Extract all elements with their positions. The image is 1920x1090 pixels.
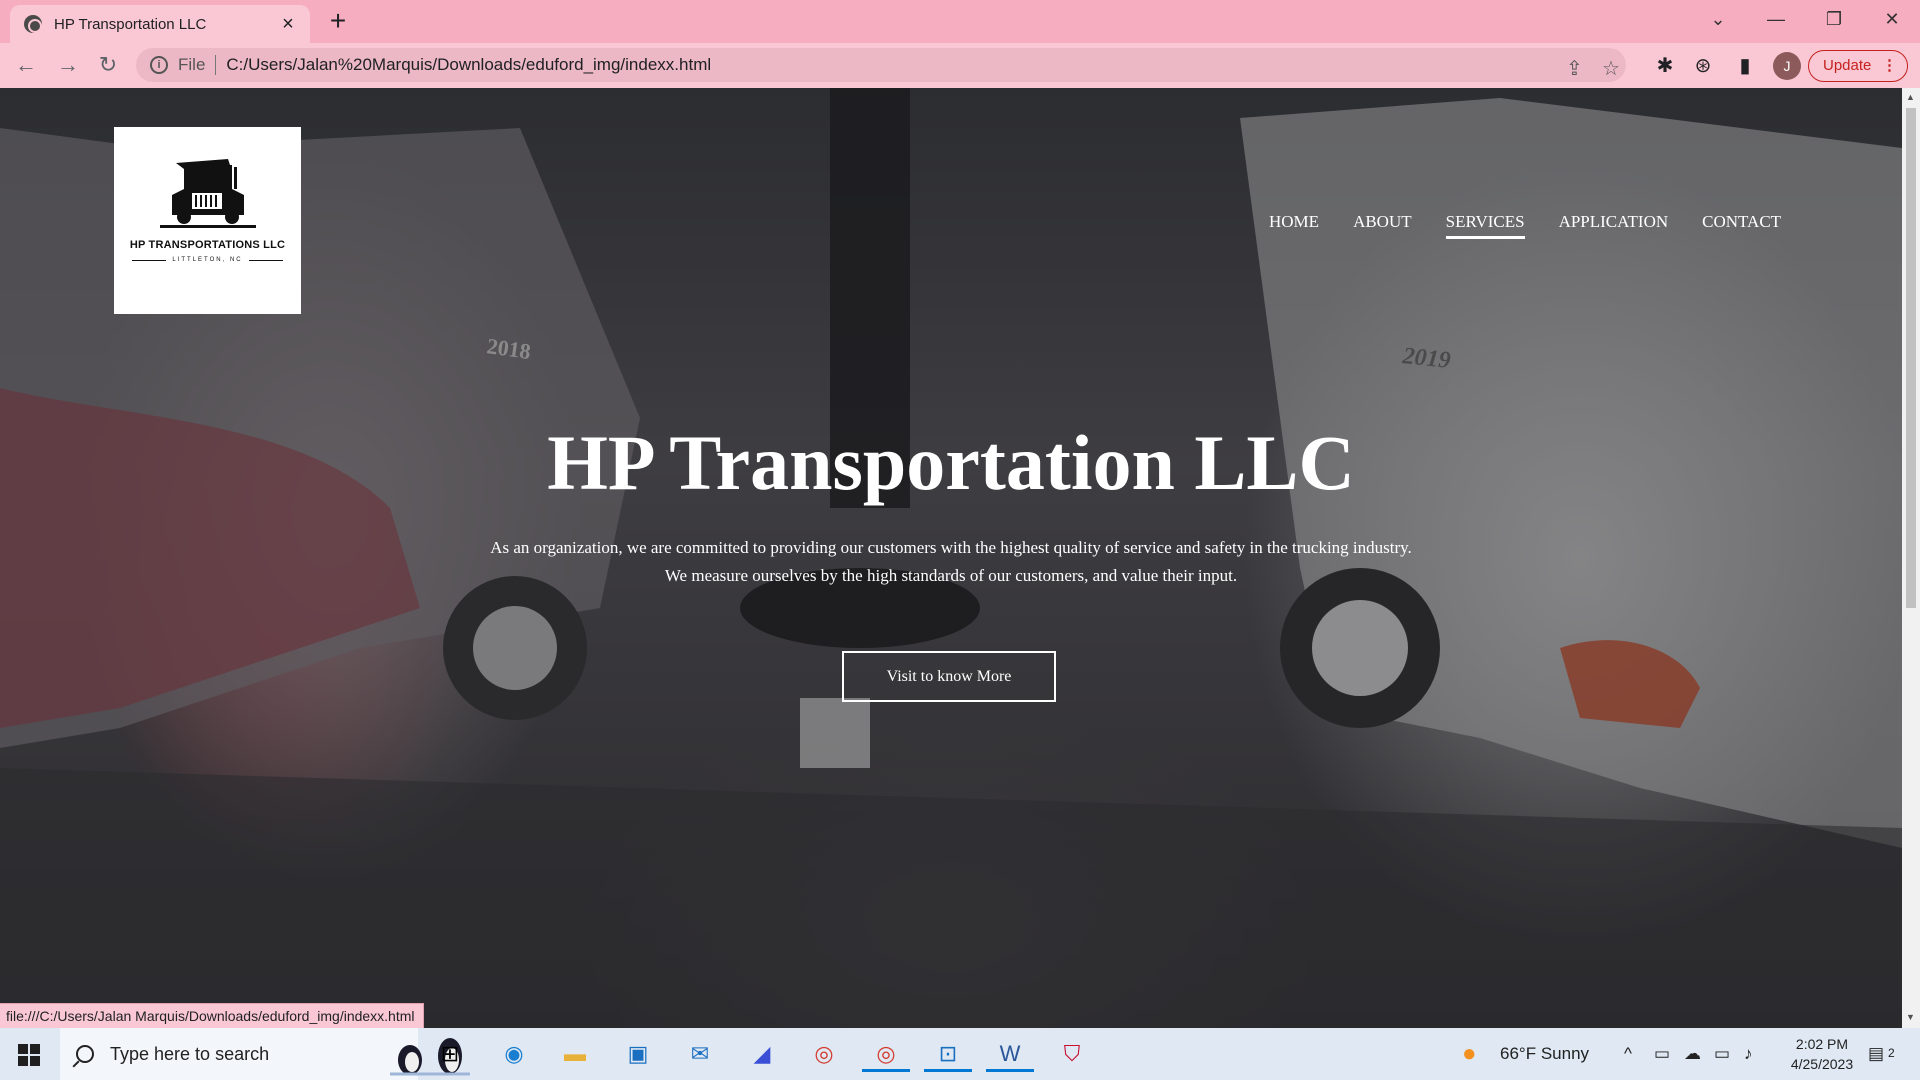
extension-icon[interactable]: ⊛ (1692, 55, 1714, 77)
update-button[interactable]: Update ⋮ (1808, 50, 1908, 82)
more-menu-icon[interactable]: ⋮ (1882, 51, 1897, 81)
onedrive-cloud-icon[interactable]: ☁ (1684, 1028, 1701, 1080)
volume-icon[interactable]: ♪ (1744, 1028, 1753, 1080)
notifications-icon[interactable]: ▤ (1868, 1028, 1884, 1080)
show-hidden-icons-icon[interactable]: ^ (1624, 1028, 1632, 1080)
hero-description-line-2: We measure ourselves by the high standar… (664, 566, 1238, 585)
visit-more-button[interactable]: Visit to know More (842, 651, 1056, 702)
status-bar-url: file:///C:/Users/Jalan Marquis/Downloads… (0, 1003, 424, 1029)
microsoft-store-icon[interactable]: ▣ (620, 1036, 656, 1072)
page-scrollbar[interactable]: ▲ ▼ (1902, 88, 1920, 1028)
profile-avatar[interactable]: J (1773, 52, 1801, 80)
mail-icon[interactable]: ✉ (682, 1036, 718, 1072)
update-label: Update (1823, 57, 1872, 74)
word-icon[interactable]: W (986, 1036, 1034, 1072)
hero-description: As an organization, we are committed to … (0, 534, 1902, 590)
windows-taskbar: Type here to search ⊞ ◉ ▬ ▣ ✉ ◢ ◎ ◎ ⊡ W … (0, 1028, 1920, 1080)
right-truck-year: 2019 (1400, 343, 1451, 374)
mcafee-icon[interactable]: ⛉ (1054, 1036, 1090, 1072)
search-icon (76, 1045, 94, 1063)
truck-logo-icon (159, 159, 256, 228)
edge-icon[interactable]: ◉ (496, 1036, 532, 1072)
system-clock[interactable]: 2:02 PM 4/25/2023 (1772, 1034, 1872, 1074)
site-logo[interactable]: HP TRANSPORTATIONS LLC LITTLETON, NC (114, 127, 301, 314)
nav-services[interactable]: SERVICES (1445, 212, 1525, 239)
address-bar[interactable]: i File C:/Users/Jalan%20Marquis/Download… (136, 48, 1626, 82)
browser-tab[interactable]: HP Transportation LLC × (10, 5, 310, 43)
clock-time: 2:02 PM (1795, 1036, 1849, 1052)
bookmark-star-icon[interactable]: ☆ (1602, 56, 1620, 81)
sketch-app-icon[interactable]: ◢ (744, 1036, 780, 1072)
url-text[interactable]: C:/Users/Jalan%20Marquis/Downloads/edufo… (226, 55, 711, 75)
close-tab-icon[interactable]: × (278, 14, 298, 34)
hero-title: HP Transportation LLC (547, 419, 1355, 506)
nav-about[interactable]: ABOUT (1353, 212, 1412, 239)
browser-toolbar: ← → ↻ i File C:/Users/Jalan%20Marquis/Do… (0, 43, 1920, 88)
new-tab-button[interactable]: + (322, 6, 354, 38)
globe-icon (24, 15, 42, 33)
url-scheme: File (178, 55, 206, 74)
chrome-icon[interactable]: ◎ (806, 1036, 842, 1072)
main-nav: HOME ABOUT SERVICES APPLICATION CONTACT (1269, 212, 1815, 239)
task-view-icon[interactable]: ⊞ (432, 1036, 468, 1072)
side-panel-icon[interactable]: ▮ (1734, 55, 1756, 77)
tab-search-icon[interactable]: ⌄ (1690, 0, 1746, 38)
close-window-button[interactable]: ✕ (1864, 0, 1920, 38)
nav-home[interactable]: HOME (1269, 212, 1319, 239)
scroll-down-icon[interactable]: ▼ (1906, 1012, 1915, 1022)
file-explorer-icon[interactable]: ▬ (557, 1036, 593, 1072)
nav-application[interactable]: APPLICATION (1559, 212, 1669, 239)
reload-icon[interactable]: ↻ (92, 49, 124, 81)
extensions-puzzle-icon[interactable]: ✱ (1654, 55, 1676, 77)
weather-status[interactable]: 66°F Sunny (1500, 1028, 1589, 1080)
chrome-profile-icon[interactable]: ◎ (862, 1036, 910, 1072)
taskbar-search[interactable]: Type here to search (60, 1028, 470, 1080)
scroll-up-icon[interactable]: ▲ (1906, 92, 1915, 102)
windows-start-icon[interactable] (18, 1044, 40, 1066)
scroll-thumb[interactable] (1906, 108, 1916, 608)
taskbar-search-placeholder: Type here to search (110, 1043, 270, 1064)
hero-description-line-1: As an organization, we are committed to … (490, 538, 1412, 557)
battery-icon[interactable]: ▭ (1714, 1028, 1730, 1080)
terminal-app-icon[interactable]: ⊡ (924, 1036, 972, 1072)
meet-now-icon[interactable]: ▭ (1654, 1028, 1670, 1080)
sun-weather-icon[interactable]: ● (1462, 1028, 1477, 1080)
restore-button[interactable]: ❐ (1806, 0, 1862, 38)
minimize-button[interactable]: — (1748, 0, 1804, 38)
clock-date: 4/25/2023 (1790, 1056, 1854, 1072)
browser-tab-strip: HP Transportation LLC × + ⌄ — ❐ ✕ (0, 0, 1920, 43)
nav-contact[interactable]: CONTACT (1702, 212, 1781, 239)
url-separator (215, 55, 217, 75)
info-icon[interactable]: i (150, 56, 168, 74)
logo-location: LITTLETON, NC (132, 257, 282, 263)
forward-icon[interactable]: → (52, 49, 84, 81)
logo-company-name: HP TRANSPORTATIONS LLC (129, 239, 286, 251)
notification-count: 2 (1888, 1046, 1895, 1060)
web-page: 2018 2019 HP TRANSPORTATIONS LLC LITTLET… (0, 88, 1902, 1028)
back-icon[interactable]: ← (10, 49, 42, 81)
share-icon[interactable]: ⇪ (1566, 56, 1583, 81)
tab-title: HP Transportation LLC (54, 15, 207, 33)
